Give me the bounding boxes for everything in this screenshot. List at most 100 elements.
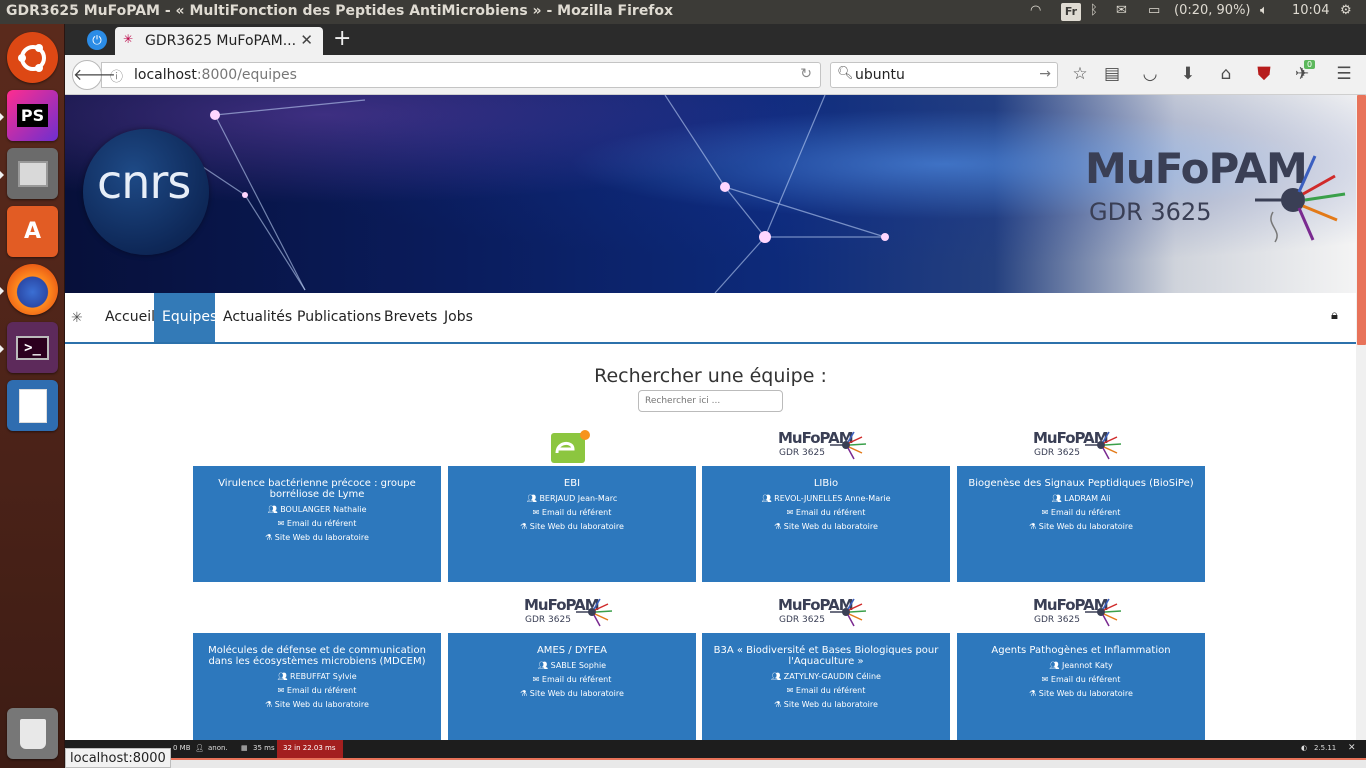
team-logo: MuFoPAM GDR 3625 — [702, 593, 950, 633]
new-tab-button[interactable]: + — [333, 26, 351, 51]
volume-icon[interactable]: 🔈︎ — [1260, 3, 1268, 18]
debug-user[interactable]: anon. — [208, 744, 228, 752]
team-email-link[interactable]: ✉ Email du référent — [957, 673, 1205, 686]
url-text[interactable]: localhost:8000/equipes — [134, 67, 297, 83]
cnrs-logo[interactable]: cnrs — [83, 129, 209, 255]
menu-item-publications[interactable]: Publications — [289, 293, 389, 342]
phpstorm-icon[interactable]: PS — [7, 90, 58, 141]
clock[interactable]: 10:04 — [1292, 3, 1329, 18]
reload-icon[interactable]: ↻ — [800, 66, 812, 82]
bluetooth-icon[interactable]: ᛒ — [1090, 3, 1098, 18]
battery-icon[interactable]: ▭ — [1148, 3, 1160, 18]
menu-item-actualites[interactable]: Actualités — [215, 293, 300, 342]
scrollbar-thumb[interactable] — [1357, 95, 1366, 345]
team-email-link[interactable]: ✉ Email du référent — [448, 506, 696, 519]
team-email-link[interactable]: ✉ Email du référent — [193, 684, 441, 697]
users-icon: 👥︎ — [526, 494, 537, 503]
team-website-link[interactable]: ⚗ Site Web du laboratoire — [193, 698, 441, 711]
debug-memory[interactable]: 0 MB — [173, 744, 191, 752]
unity-launcher: PS A >_ — [0, 24, 65, 768]
files-icon[interactable] — [7, 148, 58, 199]
team-website-link[interactable]: ⚗ Site Web du laboratoire — [702, 698, 950, 711]
home-icon[interactable]: ⌂ — [1215, 64, 1237, 84]
keyboard-layout-indicator[interactable]: Fr — [1061, 3, 1081, 21]
pinned-tab-icon[interactable]: ⏻ — [87, 30, 107, 50]
running-indicator — [0, 171, 4, 179]
team-website-link[interactable]: ⚗ Site Web du laboratoire — [448, 520, 696, 533]
settings-gear-icon[interactable]: ⚙ — [1340, 3, 1352, 18]
team-name[interactable]: EBI — [448, 478, 696, 489]
debug-time[interactable]: 35 ms — [253, 744, 275, 752]
team-referent: 👥︎ Jeannot Katy — [1049, 661, 1113, 670]
team-website-link[interactable]: ⚗ Site Web du laboratoire — [448, 687, 696, 700]
team-logo — [193, 426, 441, 466]
team-name[interactable]: Molécules de défense et de communication… — [193, 645, 441, 667]
ebi-logo-icon — [551, 430, 590, 463]
firefox-icon[interactable] — [7, 264, 58, 315]
team-email-link[interactable]: ✉ Email du référent — [702, 684, 950, 697]
menu-item-jobs[interactable]: Jobs — [436, 293, 481, 342]
back-button[interactable]: 🡐 — [72, 60, 116, 90]
symfony-logo-icon[interactable]: ◐ — [1301, 744, 1307, 752]
team-name[interactable]: AMES / DYFEA — [448, 645, 696, 656]
software-center-icon[interactable]: A — [7, 206, 58, 257]
active-tab[interactable]: ✳ GDR3625 MuFoPAM... ✕ — [115, 27, 323, 55]
running-indicator — [0, 113, 4, 121]
login-lock-icon[interactable]: 🔒︎ — [1331, 308, 1338, 323]
team-name[interactable]: B3A « Biodiversité et Bases Biologiques … — [702, 645, 950, 667]
mail-icon[interactable]: ✉ — [1116, 3, 1127, 18]
site-brand-icon[interactable]: ✳ — [71, 310, 83, 326]
running-indicator — [0, 345, 4, 353]
downloads-icon[interactable]: ⬇ — [1177, 64, 1199, 84]
menu-hamburger-icon[interactable]: ☰ — [1333, 64, 1355, 84]
close-tab-button[interactable]: ✕ — [300, 31, 313, 49]
team-email-link[interactable]: ✉ Email du référent — [193, 517, 441, 530]
pocket-icon[interactable]: ◡ — [1139, 64, 1161, 84]
team-email-link[interactable]: ✉ Email du référent — [448, 673, 696, 686]
team-referent: 👥︎ LADRAM Ali — [1051, 494, 1111, 503]
team-logo: MuFoPAM GDR 3625 — [448, 593, 696, 633]
trash-icon[interactable] — [7, 708, 58, 759]
team-card-body: AMES / DYFEA 👥︎ SABLE Sophie ✉ Email du ré… — [448, 633, 696, 740]
flask-icon: ⚗ — [774, 700, 782, 709]
mufopam-mini-logo: MuFoPAM GDR 3625 — [778, 429, 874, 463]
libreoffice-impress-icon[interactable] — [7, 380, 58, 431]
flask-icon: ⚗ — [774, 522, 782, 531]
envelope-icon: ✉ — [277, 519, 285, 528]
battery-status[interactable]: (0:20, 90%) — [1174, 3, 1251, 18]
team-logo — [193, 593, 441, 633]
team-search-input[interactable] — [638, 390, 783, 412]
site-favicon-icon: ✳ — [123, 32, 134, 46]
team-referent: 👥︎ BERJAUD Jean-Marc — [526, 494, 618, 503]
team-email-link[interactable]: ✉ Email du référent — [957, 506, 1205, 519]
team-website-link[interactable]: ⚗ Site Web du laboratoire — [957, 687, 1205, 700]
mufopam-logo[interactable]: MuFoPAM GDR 3625 — [1085, 140, 1355, 250]
menu-item-brevets[interactable]: Brevets — [376, 293, 445, 342]
team-email-link[interactable]: ✉ Email du référent — [702, 506, 950, 519]
menu-item-equipes[interactable]: Equipes — [154, 293, 217, 342]
debug-close-icon[interactable]: ✕ — [1348, 743, 1356, 753]
bookmark-star-icon[interactable]: ☆ — [1069, 64, 1091, 84]
team-referent: 👥︎ SABLE Sophie — [537, 661, 607, 670]
team-website-link[interactable]: ⚗ Site Web du laboratoire — [702, 520, 950, 533]
search-go-icon[interactable]: → — [1039, 66, 1051, 82]
wifi-icon[interactable]: ◠ — [1030, 3, 1041, 18]
reading-list-icon[interactable]: ▤ — [1101, 64, 1123, 84]
team-website-link[interactable]: ⚗ Site Web du laboratoire — [957, 520, 1205, 533]
team-name[interactable]: Agents Pathogènes et Inflammation — [957, 645, 1205, 656]
ublock-icon[interactable]: ⛊ — [1253, 64, 1275, 84]
team-name[interactable]: Biogenèse des Signaux Peptidiques (BioSi… — [957, 478, 1205, 489]
debug-db-queries[interactable]: 32 in 22.03 ms — [283, 744, 335, 752]
envelope-icon: ✉ — [532, 675, 540, 684]
team-name[interactable]: LIBio — [702, 478, 950, 489]
search-bar[interactable]: 🔍︎ ubuntu → — [830, 62, 1058, 88]
url-bar[interactable]: ⓘ localhost:8000/equipes ↻ — [101, 62, 821, 88]
team-logo: MuFoPAM GDR 3625 — [702, 426, 950, 466]
ubuntu-dash-icon[interactable] — [7, 32, 58, 83]
search-query[interactable]: ubuntu — [855, 67, 905, 83]
users-icon: 👥︎ — [267, 505, 278, 514]
terminal-icon[interactable]: >_ — [7, 322, 58, 373]
symfony-version[interactable]: 2.5.11 — [1314, 744, 1336, 752]
team-website-link[interactable]: ⚗ Site Web du laboratoire — [193, 531, 441, 544]
team-name[interactable]: Virulence bactérienne précoce : groupe b… — [193, 478, 441, 500]
